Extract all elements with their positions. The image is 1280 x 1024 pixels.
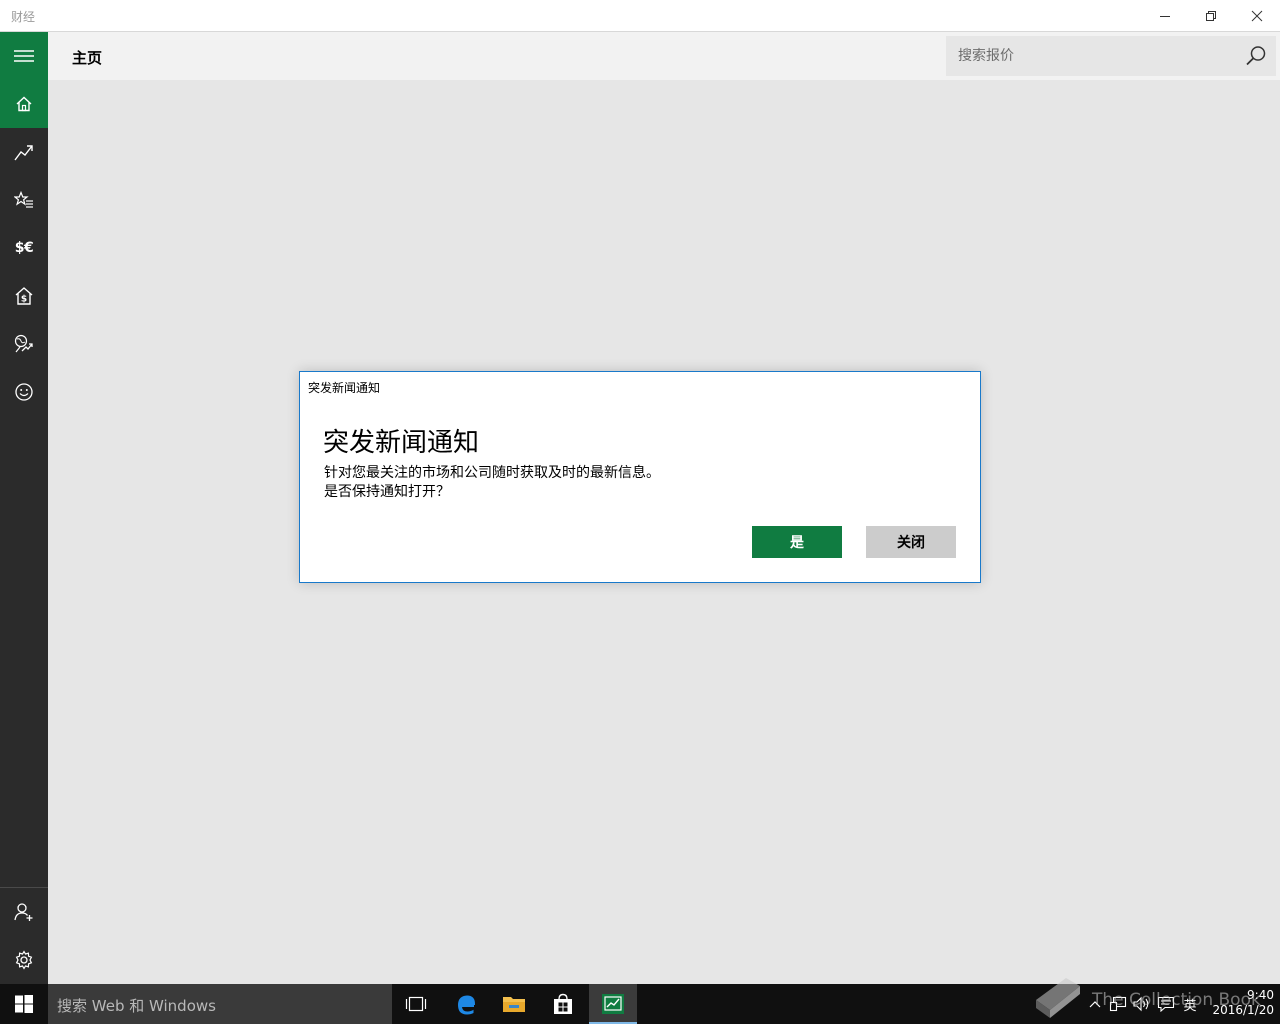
search-icon [1246, 46, 1266, 66]
settings-icon [15, 950, 33, 970]
task-view-button[interactable] [392, 984, 440, 1024]
trending-up-icon [14, 145, 33, 161]
currency-icon: $€ [14, 240, 34, 256]
nav-item-world-markets[interactable] [0, 320, 48, 368]
page-title: 主页 [72, 49, 103, 67]
edge-browser-icon [458, 995, 475, 1015]
hamburger-menu-button[interactable] [0, 32, 48, 80]
title-bar: 财经 [0, 0, 1280, 32]
taskbar-app-finance[interactable] [589, 984, 637, 1024]
nav-item-currencies[interactable]: $€ [0, 224, 48, 272]
taskbar-app-edge[interactable] [442, 984, 490, 1024]
close-dialog-button[interactable]: 关闭 [866, 526, 956, 558]
nav-item-mortgage[interactable]: $ [0, 272, 48, 320]
taskbar-app-store[interactable] [539, 984, 587, 1024]
dialog-caption: 突发新闻通知 [308, 381, 381, 395]
app-header: 主页 [48, 32, 1280, 80]
restore-button[interactable] [1188, 0, 1234, 31]
window-title: 财经 [11, 10, 36, 24]
yes-button[interactable]: 是 [752, 526, 842, 558]
task-view-icon [405, 996, 427, 1012]
dialog-heading: 突发新闻通知 [323, 428, 480, 458]
quote-search-input[interactable] [946, 36, 1260, 76]
svg-text:$: $ [21, 295, 27, 305]
taskbar: 搜索 Web 和 Windows 英 9:40 2016/1/20 [0, 984, 1280, 1024]
taskbar-search-text: 搜索 Web 和 Windows [57, 997, 216, 1015]
watermark-text: The Collection Book [1092, 990, 1261, 1010]
book-logo-icon [1036, 978, 1080, 1018]
dialog-question-line: 是否保持通知打开？ [324, 484, 450, 500]
restore-icon [1206, 10, 1216, 21]
smiley-icon [15, 383, 33, 401]
quote-search-box [946, 36, 1276, 76]
close-window-button[interactable] [1234, 0, 1280, 31]
store-bag-icon [554, 993, 572, 1014]
watermark: The Collection Book [1030, 970, 1261, 1022]
markets-globe-icon [14, 334, 33, 353]
close-icon [1251, 10, 1263, 21]
finance-app-icon [602, 994, 624, 1014]
home-icon [16, 96, 32, 112]
search-button[interactable] [1236, 36, 1276, 76]
nav-item-markets[interactable] [0, 128, 48, 176]
dialog-message: 针对您最关注的市场和公司随时获取及时的最新信息。 是否保持通知打开？ [324, 464, 660, 502]
breaking-news-dialog: 突发新闻通知 突发新闻通知 针对您最关注的市场和公司随时获取及时的最新信息。 是… [299, 371, 981, 583]
windows-logo-icon [15, 995, 33, 1013]
nav-item-home[interactable] [0, 80, 48, 128]
dialog-message-line: 针对您最关注的市场和公司随时获取及时的最新信息。 [324, 465, 660, 481]
nav-item-watchlist[interactable] [0, 176, 48, 224]
hamburger-icon [14, 50, 34, 62]
minimize-button[interactable] [1142, 0, 1188, 31]
watchlist-star-icon [14, 191, 33, 208]
nav-item-account[interactable] [0, 888, 48, 936]
mortgage-house-icon: $ [15, 287, 33, 305]
taskbar-search-box[interactable]: 搜索 Web 和 Windows [48, 984, 392, 1024]
nav-item-feedback[interactable] [0, 368, 48, 416]
start-button[interactable] [0, 984, 48, 1024]
nav-item-settings[interactable] [0, 936, 48, 984]
account-icon [14, 903, 33, 921]
side-navigation: $€ $ [0, 32, 48, 984]
taskbar-app-file-explorer[interactable] [490, 984, 538, 1024]
minimize-icon [1160, 15, 1170, 17]
file-explorer-icon [503, 997, 525, 1012]
